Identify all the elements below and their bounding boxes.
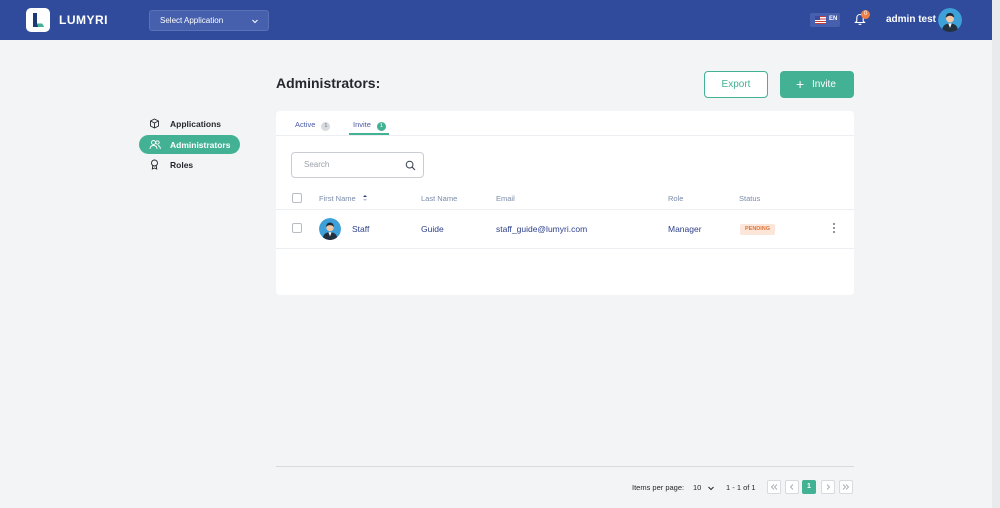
pagination-range: 1 - 1 of 1	[726, 483, 756, 492]
previous-page-button[interactable]	[785, 480, 799, 494]
status-badge: PENDING	[740, 224, 776, 235]
column-header-email[interactable]: Email	[496, 194, 515, 203]
search-icon[interactable]	[405, 160, 416, 171]
first-page-button[interactable]	[767, 480, 781, 494]
plus-icon: +	[796, 76, 805, 92]
administrators-card: Active 1 Invite 1 First Name Last Name Ema…	[276, 111, 854, 295]
search-box[interactable]	[291, 152, 424, 178]
sidebar-item-administrators[interactable]: Administrators	[139, 135, 240, 154]
invite-button-label: Invite	[812, 79, 836, 90]
select-all-checkbox[interactable]	[292, 193, 302, 203]
select-application-label: Select Application	[160, 16, 224, 25]
next-page-button[interactable]	[821, 480, 835, 494]
user-name[interactable]: admin test	[886, 14, 936, 25]
sidebar-item-applications[interactable]: Applications	[139, 114, 240, 133]
logo-icon[interactable]	[26, 8, 50, 32]
items-per-page-label: Items per page:	[632, 483, 685, 492]
user-avatar[interactable]	[938, 8, 962, 32]
users-icon	[149, 140, 161, 150]
divider	[276, 248, 854, 249]
brand-name: LUMYRI	[59, 13, 108, 27]
tab-active[interactable]: Active 1	[295, 120, 331, 136]
chevrons-right-icon	[842, 484, 850, 490]
column-header-first-name[interactable]: First Name	[319, 194, 368, 203]
top-bar: LUMYRI Select Application EN 0 admin tes…	[0, 0, 992, 40]
sort-icon[interactable]	[362, 194, 368, 202]
cell-last-name: Guide	[421, 224, 444, 234]
row-checkbox[interactable]	[292, 223, 302, 233]
column-header-last-name[interactable]: Last Name	[421, 194, 457, 203]
select-application-dropdown[interactable]: Select Application	[149, 10, 269, 31]
column-header-role[interactable]: Role	[668, 194, 683, 203]
chevron-right-icon	[826, 484, 831, 490]
last-page-button[interactable]	[839, 480, 853, 494]
sidebar-item-label: Administrators	[170, 140, 231, 150]
sidebar-item-label: Applications	[170, 119, 222, 129]
chevrons-left-icon	[770, 484, 778, 490]
search-input[interactable]	[304, 160, 404, 169]
chevron-down-icon	[252, 19, 258, 24]
cell-first-name: Staff	[352, 224, 370, 234]
divider	[276, 466, 854, 467]
page-button-current[interactable]: 1	[802, 480, 816, 494]
cell-email: staff_guide@lumyri.com	[496, 224, 588, 234]
language-selector[interactable]: EN	[810, 13, 840, 27]
tab-count-badge: 1	[321, 122, 331, 131]
chevron-down-icon[interactable]	[707, 484, 715, 492]
export-button[interactable]: Export	[704, 71, 768, 98]
items-per-page-select[interactable]: 10	[693, 483, 701, 492]
cell-role: Manager	[668, 224, 702, 234]
tab-count-badge: 1	[376, 122, 386, 131]
sidebar-item-roles[interactable]: Roles	[139, 155, 240, 174]
invite-button[interactable]: + Invite	[780, 71, 854, 98]
box-icon	[150, 118, 159, 129]
page-title: Administrators:	[276, 75, 381, 91]
award-icon	[151, 159, 158, 170]
divider	[276, 135, 854, 136]
language-code: EN	[829, 16, 838, 22]
tab-label: Invite	[353, 120, 371, 129]
avatar	[319, 218, 341, 240]
page-scrollbar[interactable]	[992, 0, 1000, 508]
divider	[276, 209, 854, 210]
tab-label: Active	[295, 120, 316, 129]
column-header-status[interactable]: Status	[739, 194, 760, 203]
sidebar-item-label: Roles	[170, 160, 194, 170]
us-flag-icon	[815, 16, 826, 24]
more-options-icon[interactable]	[833, 223, 837, 235]
chevron-left-icon	[789, 484, 794, 490]
column-header-label: First Name	[319, 194, 356, 203]
notification-count-badge: 0	[861, 10, 870, 19]
